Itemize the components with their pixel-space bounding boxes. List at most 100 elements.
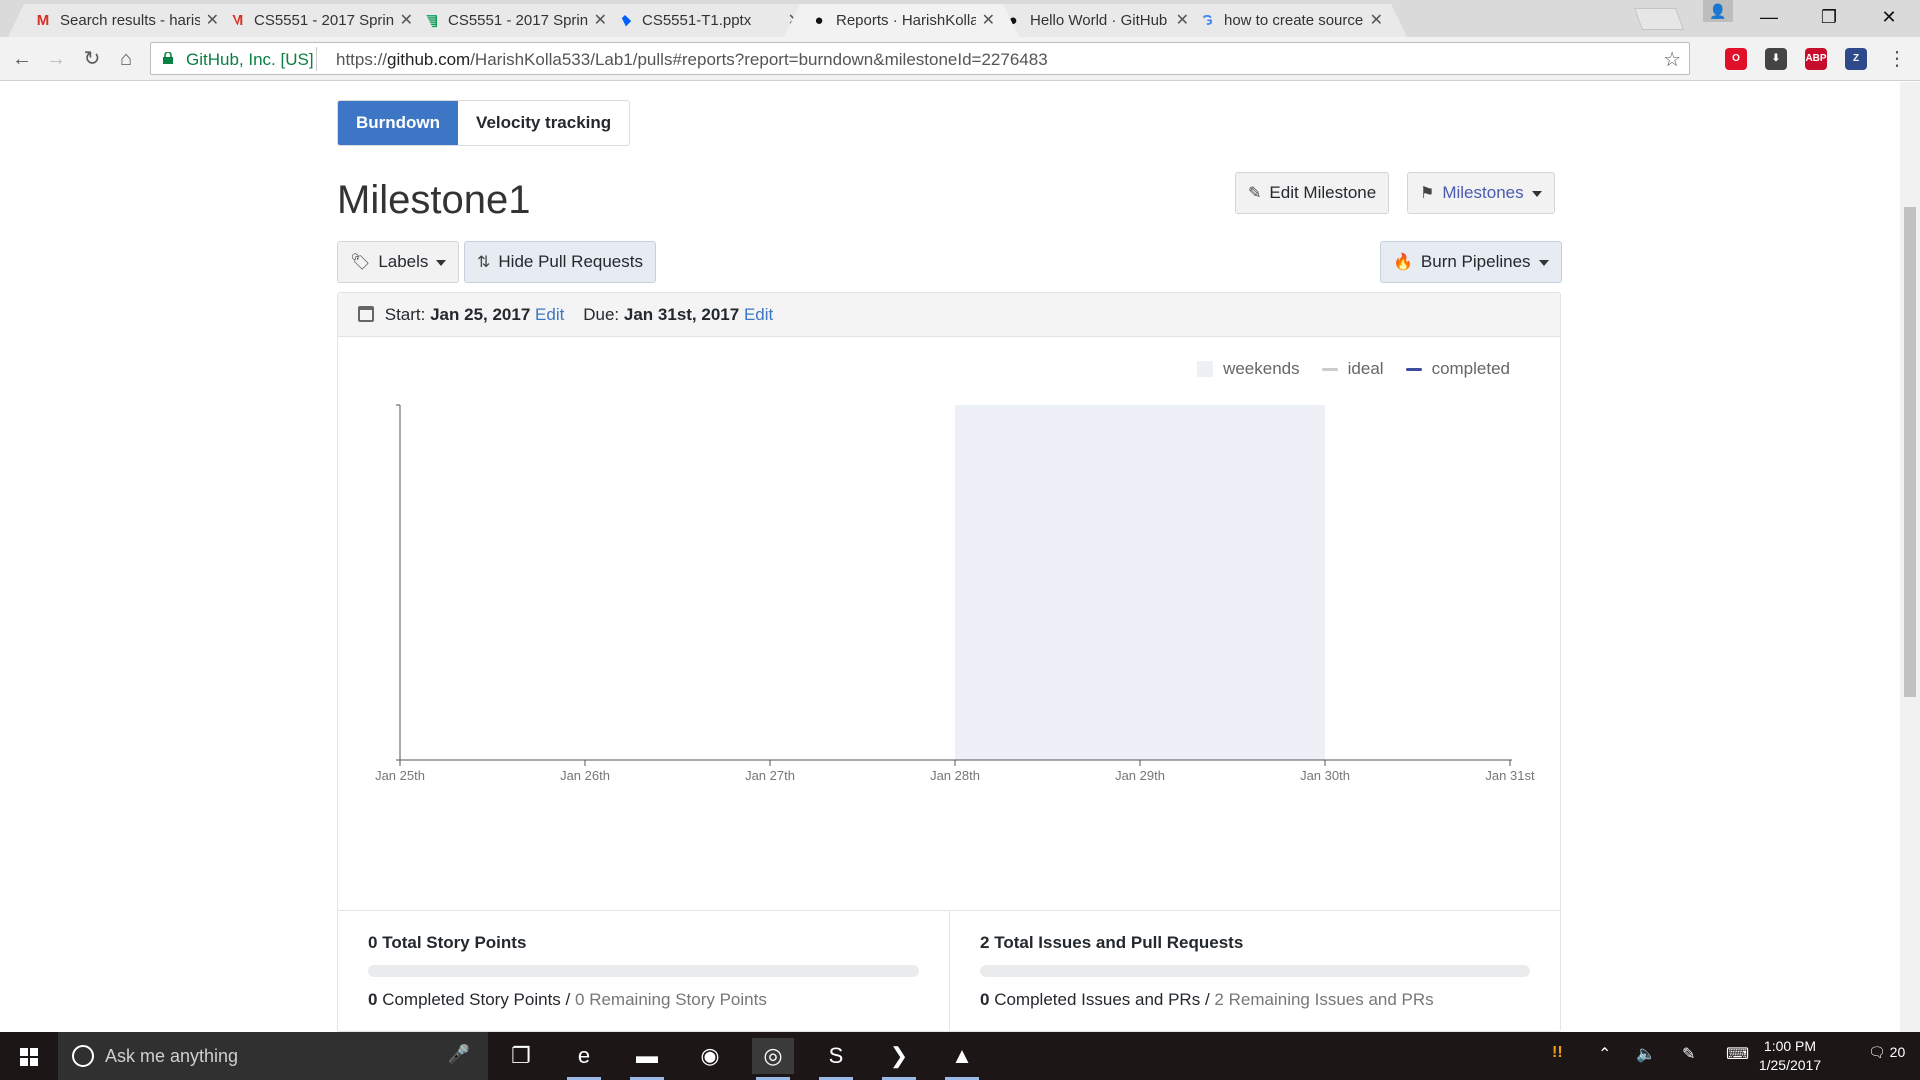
tag-icon: 🏷 (350, 254, 371, 271)
legend-completed[interactable]: completed (1405, 359, 1510, 379)
tab-title: Reports · HarishKolla53 (836, 12, 976, 29)
windows-taskbar: Ask me anything 🎤 ❐ e ▬ ◉ ◎ S ❯ ▲ !! ⌃ 🔈 ✎ ⌨ 1:… (0, 1032, 1920, 1080)
tray-chevron-icon[interactable]: ⌃ (1598, 1044, 1611, 1064)
start-button[interactable] (0, 1032, 58, 1080)
cortana-icon (72, 1045, 94, 1067)
windows-logo-icon (20, 1048, 38, 1066)
site-identity: GitHub, Inc. [US] (186, 50, 314, 69)
edge-icon[interactable]: e (563, 1038, 605, 1080)
burndown-panel: Start: Jan 25, 2017 Edit Due: Jan 31st, … (337, 292, 1561, 1032)
close-tab-icon[interactable]: ✕ (1176, 10, 1189, 30)
x-tick-label: Jan 28th (930, 768, 980, 783)
calendar-icon (358, 306, 374, 322)
forward-icon[interactable]: → (42, 45, 70, 73)
system-clock[interactable]: 1:00 PM 1/25/2017 (1745, 1037, 1835, 1075)
caret-down-icon (436, 259, 447, 266)
milestones-dropdown[interactable]: ⚑ Milestones (1407, 172, 1555, 214)
page-scrollbar[interactable] (1900, 82, 1920, 1032)
lock-icon (163, 52, 173, 64)
milestone-dates: Start: Jan 25, 2017 Edit Due: Jan 31st, … (338, 293, 1560, 337)
report-tabs: Burndown Velocity tracking (337, 100, 631, 146)
due-date: Jan 31st, 2017 (623, 305, 740, 324)
tab-burndown[interactable]: Burndown (338, 101, 459, 145)
chrome-icon[interactable]: ◎ (752, 1038, 794, 1080)
browser-toolbar: ← → ↻ ⌂ GitHub, Inc. [US] https://github… (0, 37, 1920, 81)
completed-issues: 0 (980, 990, 990, 1009)
gmail-icon: M (36, 12, 50, 29)
total-issues: 2 (980, 933, 990, 952)
notification-count: 20 (1889, 1044, 1906, 1060)
close-tab-icon[interactable]: ✕ (1370, 10, 1383, 30)
address-bar[interactable]: GitHub, Inc. [US] https://github.com/Har… (150, 42, 1690, 75)
close-window-icon[interactable]: ✕ (1865, 4, 1913, 30)
opera-icon[interactable]: O (1725, 48, 1747, 70)
x-tick-label: Jan 31st (1485, 768, 1535, 783)
download-icon[interactable]: ⬇ (1765, 48, 1787, 70)
browser-tab-strip: M Search results - harish.k ✕M CS5551 - 201… (0, 0, 1920, 37)
remaining-story-points: 0 (575, 990, 585, 1009)
weekend-swatch (1197, 361, 1214, 377)
browser-tab[interactable]: ● Reports · HarishKolla53 ✕ (784, 4, 1019, 37)
chrome-menu-icon[interactable]: ⋮ (1883, 45, 1911, 73)
pencil-icon: ✎ (1248, 185, 1262, 202)
restore-icon[interactable]: ❐ (1805, 4, 1853, 30)
page-content: Burndown Velocity tracking Milestone1 ✎ E… (0, 82, 1900, 1032)
tab-velocity-tracking[interactable]: Velocity tracking (458, 101, 630, 145)
burndown-stats: 0 Total Story Points 0 Completed Story P… (338, 910, 1560, 1032)
edit-start-date-link[interactable]: Edit (535, 305, 564, 324)
scrollbar-thumb[interactable] (1904, 207, 1916, 697)
milestone-icon: ⚑ (1420, 185, 1435, 202)
reload-icon[interactable]: ↻ (78, 45, 106, 73)
close-tab-icon[interactable]: ✕ (206, 10, 219, 30)
url-divider (316, 47, 317, 71)
browser-tab[interactable]: M Search results - harish.k ✕ (8, 4, 243, 37)
completed-story-points: 0 (368, 990, 378, 1009)
x-tick-label: Jan 25th (375, 768, 425, 783)
zotero-icon[interactable]: Z (1845, 48, 1867, 70)
tab-title: CS5551 - 2017 Spring - (448, 12, 588, 29)
close-tab-icon[interactable]: ✕ (594, 10, 607, 30)
remaining-issues: 2 (1214, 990, 1224, 1009)
bookmark-star-icon[interactable]: ☆ (1663, 47, 1681, 72)
tab-title: Search results - harish.k (60, 12, 200, 29)
pen-icon[interactable]: ✎ (1682, 1044, 1695, 1064)
search-placeholder: Ask me anything (105, 1046, 239, 1066)
x-tick-label: Jan 26th (560, 768, 610, 783)
profile-icon[interactable]: 👤 (1703, 0, 1733, 22)
microphone-icon[interactable]: 🎤 (448, 1044, 470, 1065)
powershell-icon[interactable]: ❯ (878, 1038, 920, 1080)
skype-icon[interactable]: S (815, 1038, 857, 1080)
eclipse-icon[interactable]: ◉ (689, 1038, 731, 1074)
edit-milestone-button[interactable]: ✎ Edit Milestone (1235, 172, 1390, 214)
close-tab-icon[interactable]: ✕ (982, 10, 995, 30)
tab-title: CS5551-T1.pptx (642, 12, 752, 29)
action-center-icon[interactable]: 🗨 20 (1868, 1044, 1905, 1061)
volume-icon[interactable]: 🔈 (1636, 1044, 1656, 1064)
cortana-search-box[interactable]: Ask me anything 🎤 (58, 1032, 488, 1080)
start-date: Jan 25, 2017 (430, 305, 531, 324)
url-text[interactable]: https://github.com/HarishKolla533/Lab1/p… (336, 50, 1048, 70)
story-points-progress-bar (368, 965, 919, 977)
caret-down-icon (1538, 259, 1549, 266)
new-tab-button[interactable] (1633, 8, 1685, 30)
minimize-icon[interactable]: — (1745, 4, 1793, 30)
edit-due-date-link[interactable]: Edit (744, 305, 773, 324)
task-view-icon[interactable]: ❐ (500, 1038, 542, 1074)
photos-icon[interactable]: ▲ (941, 1038, 983, 1080)
home-icon[interactable]: ⌂ (112, 45, 140, 73)
file-explorer-icon[interactable]: ▬ (626, 1038, 668, 1080)
issues-progress-bar (980, 965, 1530, 977)
legend-weekends[interactable]: weekends (1197, 359, 1300, 379)
flame-icon: 🔥 (1393, 254, 1413, 271)
ideal-swatch (1321, 367, 1338, 371)
notification-warning-icon[interactable]: !! (1552, 1044, 1563, 1062)
burn-pipelines-dropdown[interactable]: 🔥 Burn Pipelines (1380, 241, 1562, 283)
close-tab-icon[interactable]: ✕ (400, 10, 413, 30)
burndown-chart: Jan 25th Jan 26th Jan 27th Jan 28th Jan 29th… (375, 404, 1535, 783)
back-icon[interactable]: ← (8, 45, 36, 73)
legend-ideal[interactable]: ideal (1321, 359, 1384, 379)
tab-title: how to create source a (1224, 12, 1364, 29)
adblock-icon[interactable]: ABP (1805, 48, 1827, 70)
labels-dropdown[interactable]: 🏷 Labels (337, 241, 460, 283)
hide-pull-requests-button[interactable]: ⇅ Hide Pull Requests (464, 241, 656, 283)
